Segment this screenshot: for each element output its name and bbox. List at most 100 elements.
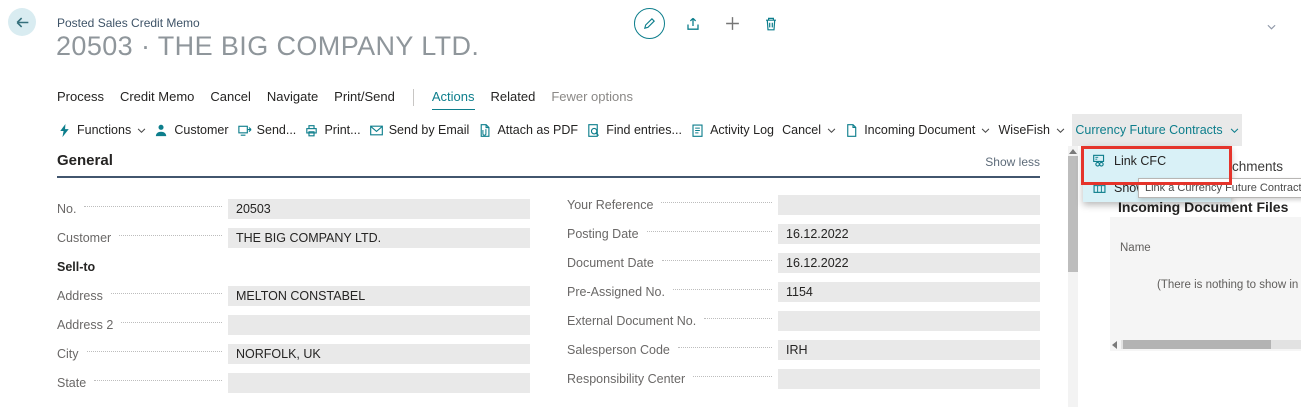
lightning-icon [57,123,72,138]
menu-navigate[interactable]: Navigate [267,89,318,109]
action-label: Cancel [782,123,821,137]
scroll-left-arrow-icon[interactable] [1112,341,1117,349]
menu-related[interactable]: Related [491,89,536,109]
action-currency-future-contracts[interactable]: Currency Future Contracts [1072,114,1242,146]
field-value-state[interactable] [228,373,530,393]
action-send-by-email[interactable]: Send by Email [369,123,470,138]
action-label: Print... [324,123,360,137]
action-cancel[interactable]: Cancel [782,123,836,137]
field-value-city[interactable]: NORFOLK, UK [228,344,530,364]
field-row-external-document-no: External Document No. [567,306,1040,335]
breadcrumb[interactable]: Posted Sales Credit Memo [57,16,200,30]
field-row-document-date: Document Date 16.12.2022 [567,248,1040,277]
horizontal-scrollbar-track[interactable] [1121,340,1301,349]
vertical-scrollbar[interactable] [1068,146,1078,407]
edit-button[interactable] [634,8,665,39]
incoming-document-files-list: Name (There is nothing to show in [1110,217,1301,351]
dotted-leader [662,260,772,261]
back-button[interactable] [8,8,36,36]
general-right-column: Your Reference Posting Date 16.12.2022 D… [567,190,1040,397]
chevron-down-icon [827,128,836,134]
field-label: Salesperson Code [567,343,670,357]
action-functions[interactable]: Functions [57,123,146,138]
field-value-document-date[interactable]: 16.12.2022 [778,253,1040,273]
action-activity-log[interactable]: Activity Log [690,123,774,138]
chevron-down-icon [1267,24,1276,31]
field-value-external-document-no[interactable] [778,311,1040,331]
field-value-salesperson-code[interactable]: IRH [778,340,1040,360]
horizontal-scrollbar[interactable] [1110,340,1301,349]
field-label: Customer [57,231,111,245]
action-label: Incoming Document [864,123,975,137]
field-row-address-2: Address 2 [57,310,530,339]
dotted-leader [119,235,222,236]
action-label: Send... [257,123,297,137]
menu-process[interactable]: Process [57,89,104,109]
person-icon [154,123,169,138]
action-label: WiseFish [999,123,1050,137]
field-row-posting-date: Posting Date 16.12.2022 [567,219,1040,248]
field-value-address[interactable]: MELTON CONSTABEL [228,286,530,306]
dotted-leader [647,231,772,232]
action-incoming-document[interactable]: Incoming Document [844,123,990,138]
general-section: General Show less No. 20503 Customer THE… [57,152,1040,397]
action-find-entries[interactable]: Find entries... [586,123,682,138]
page-action-icons [634,8,782,39]
share-icon [685,16,701,32]
annotation-highlight-box [1081,146,1232,185]
field-row-address: Address MELTON CONSTABEL [57,281,530,310]
delete-button[interactable] [760,8,782,39]
name-column-header[interactable]: Name [1120,242,1151,254]
action-customer[interactable]: Customer [154,123,228,138]
field-value-no[interactable]: 20503 [228,199,530,219]
empty-list-message: (There is nothing to show in [1157,279,1298,291]
scroll-up-arrow-icon[interactable] [1069,149,1077,154]
collapse-page-button[interactable] [1267,18,1276,36]
menu-actions[interactable]: Actions [432,89,475,110]
trash-icon [763,16,779,32]
menu-cancel[interactable]: Cancel [210,89,250,109]
field-value-customer[interactable]: THE BIG COMPANY LTD. [228,228,530,248]
printer-icon [304,123,319,138]
dotted-leader [693,376,772,377]
plus-icon [724,15,741,32]
field-label: Pre-Assigned No. [567,285,665,299]
action-label: Activity Log [710,123,774,137]
horizontal-scrollbar-thumb[interactable] [1123,340,1271,349]
menu-credit-memo[interactable]: Credit Memo [120,89,194,109]
action-label: Functions [77,123,131,137]
menu-print-send[interactable]: Print/Send [334,89,395,109]
field-row-salesperson-code: Salesperson Code IRH [567,335,1040,364]
menu-fewer-options[interactable]: Fewer options [551,89,633,109]
back-arrow-icon [14,14,31,31]
field-value-address-2[interactable] [228,315,530,335]
add-button[interactable] [721,8,743,39]
dotted-leader [87,351,222,352]
action-print[interactable]: Print... [304,123,360,138]
field-row-no: No. 20503 [57,194,530,223]
attach-pdf-icon [477,123,492,138]
action-attach-as-pdf[interactable]: Attach as PDF [477,123,578,138]
field-value-your-reference[interactable] [778,195,1040,215]
vertical-scrollbar-thumb[interactable] [1068,156,1078,272]
field-label: Address [57,289,103,303]
field-row-customer: Customer THE BIG COMPANY LTD. [57,223,530,252]
action-label: Customer [174,123,228,137]
field-value-pre-assigned-no[interactable]: 1154 [778,282,1040,302]
action-wisefish[interactable]: WiseFish [999,123,1065,137]
show-less-link[interactable]: Show less [985,155,1040,169]
dotted-leader [704,318,772,319]
field-row-state: State [57,368,530,397]
field-label: Address 2 [57,318,113,332]
field-row-pre-assigned-no: Pre-Assigned No. 1154 [567,277,1040,306]
action-send[interactable]: Send... [237,123,297,138]
field-row-responsibility-center: Responsibility Center [567,364,1040,393]
menubar-divider [413,89,414,106]
field-value-posting-date[interactable]: 16.12.2022 [778,224,1040,244]
section-title[interactable]: General [57,152,113,169]
action-label: Send by Email [389,123,470,137]
share-button[interactable] [682,8,704,39]
dotted-leader [84,206,222,207]
field-value-responsibility-center[interactable] [778,369,1040,389]
action-label: Currency Future Contracts [1075,123,1222,137]
